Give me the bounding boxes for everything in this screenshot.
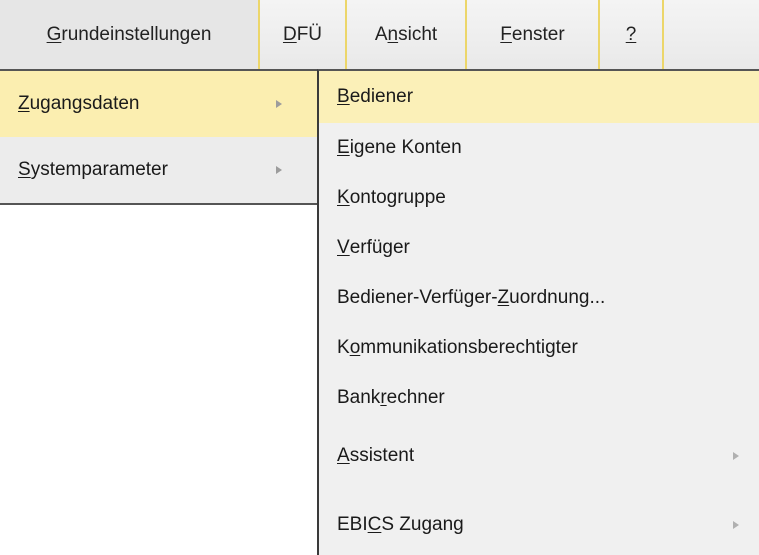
- menu-item-verfueger[interactable]: Verfüger: [319, 223, 759, 273]
- menu-label-pre: A: [374, 23, 388, 45]
- submenu-arrow-icon: [733, 521, 739, 529]
- item-label-mnemonic: S: [18, 159, 31, 180]
- menu-label-post: enster: [511, 23, 565, 45]
- menu-grundeinstellungen[interactable]: Grundeinstellungen: [0, 0, 260, 69]
- item-label-post: ystemparameter: [30, 159, 168, 180]
- zugangsdaten-submenu: Bediener Eigene Konten Kontogruppe Verfü…: [317, 69, 759, 555]
- menu-item-bediener[interactable]: Bediener: [319, 71, 759, 123]
- item-label-post: S Zugang: [381, 514, 464, 535]
- item-label-post: erfüger: [349, 237, 410, 258]
- menu-item-bediener-verfueger-zuordnung[interactable]: Bediener-Verfüger- Zuordnung...: [319, 273, 759, 323]
- menu-item-kommunikationsberechtigter[interactable]: Ko mmunikationsberechtigter: [319, 323, 759, 373]
- item-label-post: mmunikationsberechtigter: [360, 337, 578, 358]
- item-label-mnemonic: K: [337, 187, 350, 208]
- menu-label-post: rundeinstellungen: [61, 23, 212, 45]
- item-label-post: ontogruppe: [349, 187, 446, 208]
- item-label-mnemonic: V: [337, 237, 350, 258]
- menu-ansicht[interactable]: An sicht: [347, 0, 467, 69]
- menu-item-ebics-zugang[interactable]: EBI C S Zugang: [319, 495, 759, 555]
- item-label-mnemonic: Z: [18, 93, 30, 114]
- menu-label-mnemonic: D: [282, 23, 297, 45]
- item-label-pre: EBI: [337, 514, 368, 535]
- item-label-post: echner: [386, 387, 445, 408]
- item-label-mnemonic: E: [337, 137, 350, 158]
- menu-label-mnemonic: G: [46, 23, 62, 45]
- menu-bar: Grundeinstellungen D FÜ An sicht Fenster ?: [0, 0, 759, 69]
- menu-item-assistent[interactable]: Assistent: [319, 425, 759, 487]
- item-label-post: igene Konten: [349, 137, 462, 158]
- item-label-post: ediener: [349, 86, 414, 107]
- item-label-mnemonic: C: [367, 514, 382, 535]
- grundeinstellungen-dropdown: Zugangsdaten Systemparameter: [0, 69, 317, 205]
- item-label-post: ugangsdaten: [29, 93, 140, 114]
- item-label-pre: Bediener-Verfüger-: [337, 287, 498, 308]
- menu-item-systemparameter[interactable]: Systemparameter: [0, 137, 317, 203]
- menu-label-mnemonic: F: [500, 23, 512, 45]
- menu-dfue[interactable]: D FÜ: [260, 0, 347, 69]
- menu-item-zugangsdaten[interactable]: Zugangsdaten: [0, 71, 317, 137]
- menu-item-kontogruppe[interactable]: Kontogruppe: [319, 173, 759, 223]
- menu-help[interactable]: ?: [600, 0, 664, 69]
- item-label-mnemonic: A: [337, 445, 350, 466]
- item-label-post: uordnung...: [509, 287, 606, 308]
- item-label-pre: K: [337, 337, 350, 358]
- menu-label-post: FÜ: [296, 23, 323, 45]
- item-label-mnemonic: o: [349, 337, 361, 358]
- menu-item-eigene-konten[interactable]: Eigene Konten: [319, 123, 759, 173]
- item-label-post: ssistent: [349, 445, 415, 466]
- item-label-mnemonic: B: [337, 86, 350, 107]
- menu-label-post: sicht: [398, 23, 438, 45]
- submenu-arrow-icon: [276, 100, 282, 108]
- menu-label-mnemonic: n: [387, 23, 399, 45]
- menu-fenster[interactable]: Fenster: [467, 0, 600, 69]
- menu-item-bankrechner[interactable]: Bank r echner: [319, 373, 759, 423]
- submenu-arrow-icon: [276, 166, 282, 174]
- item-label-pre: Bank: [337, 387, 381, 408]
- submenu-arrow-icon: [733, 452, 739, 460]
- menu-label-mnemonic: ?: [625, 23, 637, 45]
- item-label-mnemonic: Z: [497, 287, 510, 308]
